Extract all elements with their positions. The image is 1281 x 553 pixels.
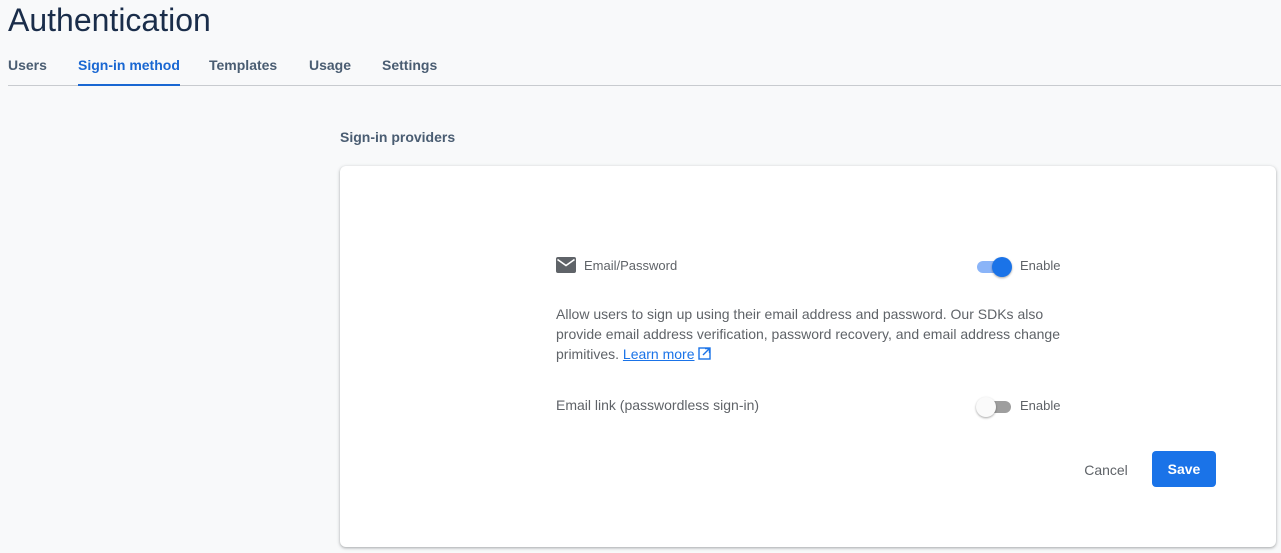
section-title: Sign-in providers	[340, 129, 456, 145]
email-link-row: Email link (passwordless sign-in) Enable	[556, 394, 1060, 418]
email-password-toggle[interactable]	[976, 257, 1012, 277]
email-link-label: Email link (passwordless sign-in)	[556, 397, 760, 413]
tab-usage[interactable]: Usage	[309, 56, 351, 86]
tab-templates[interactable]: Templates	[209, 56, 277, 86]
sign-in-providers-card: Email/Password Enable Allow users to sig…	[340, 166, 1276, 547]
tab-settings[interactable]: Settings	[382, 56, 437, 86]
email-password-label: Email/Password	[584, 258, 678, 273]
email-link-toggle-label: Enable	[1020, 398, 1061, 413]
page-title: Authentication	[8, 2, 211, 38]
toggle-knob	[992, 257, 1012, 277]
learn-more-link[interactable]: Learn more	[623, 346, 695, 362]
tab-sign-in-method[interactable]: Sign-in method	[78, 56, 180, 86]
tab-bar: Users Sign-in method Templates Usage Set…	[8, 52, 1281, 86]
external-link-icon[interactable]	[697, 347, 711, 360]
toggle-knob	[976, 397, 996, 417]
save-button[interactable]: Save	[1152, 451, 1216, 487]
email-password-toggle-label: Enable	[1020, 258, 1061, 273]
tab-users[interactable]: Users	[8, 56, 47, 86]
email-link-toggle[interactable]	[976, 397, 1012, 417]
mail-icon	[556, 257, 576, 273]
email-password-row: Email/Password Enable	[556, 254, 1060, 278]
cancel-button[interactable]: Cancel	[1071, 452, 1141, 488]
email-password-description: Allow users to sign up using their email…	[556, 304, 1066, 364]
